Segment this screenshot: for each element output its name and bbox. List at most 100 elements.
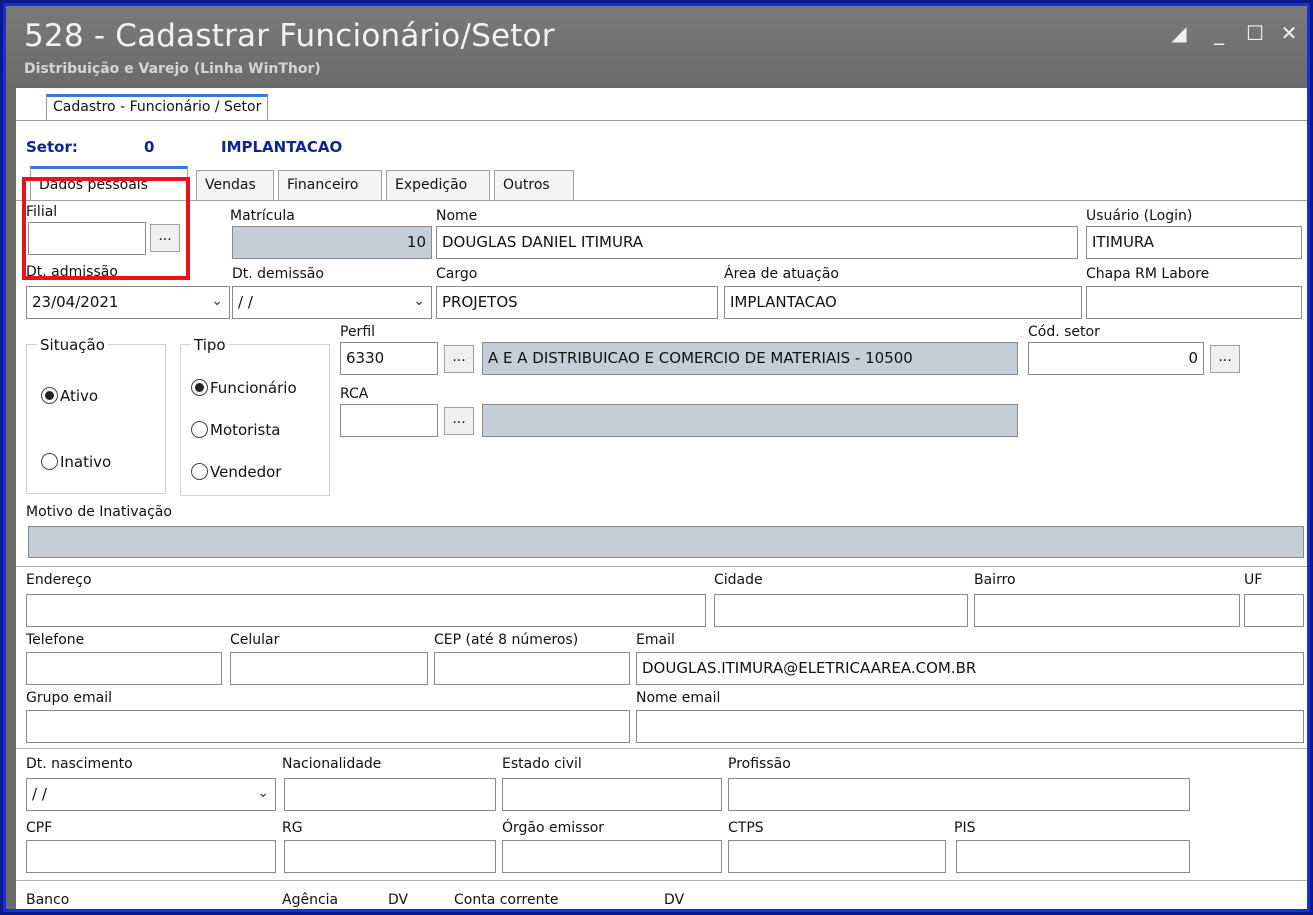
radio-inativo[interactable]: Inativo (41, 453, 111, 471)
rca-code-input[interactable] (340, 404, 438, 437)
window-subtitle: Distribuição e Varejo (Linha WinThor) (24, 61, 321, 77)
pis-label: PIS (954, 820, 976, 836)
banco-input[interactable] (26, 910, 276, 912)
rca-desc-field (482, 404, 1018, 437)
grupo-email-input[interactable] (26, 710, 630, 743)
profissao-input[interactable] (728, 778, 1190, 811)
dt-nascimento-value: / / (32, 785, 47, 803)
dt-nascimento-input[interactable]: / / ⌄ (26, 778, 276, 811)
tipo-label: Tipo (191, 336, 229, 354)
estado-civil-input[interactable] (502, 778, 722, 811)
dv1-label: DV (388, 892, 409, 908)
chevron-down-icon[interactable]: ⌄ (211, 293, 223, 309)
email-label: Email (636, 632, 675, 648)
tab-cadastro[interactable]: Cadastro - Funcionário / Setor (46, 94, 269, 120)
perfil-desc-field: A E A DISTRIBUICAO E COMERCIO DE MATERIA… (482, 342, 1018, 375)
divider (16, 748, 1307, 749)
cep-label: CEP (até 8 números) (434, 632, 579, 648)
motivo-inativacao-field[interactable] (28, 526, 1304, 558)
cpf-label: CPF (26, 820, 53, 836)
pis-input[interactable] (956, 840, 1190, 873)
dt-demissao-value: / / (238, 293, 253, 311)
cod-setor-input[interactable]: 0 (1028, 342, 1204, 375)
radio-motorista-label: Motorista (210, 421, 281, 439)
usuario-input[interactable]: ITIMURA (1086, 226, 1302, 259)
highlight-box (22, 177, 190, 280)
chevron-down-icon[interactable]: ⌄ (257, 785, 269, 801)
orgao-emissor-input[interactable] (502, 840, 722, 873)
area-input[interactable]: IMPLANTACAO (724, 286, 1082, 319)
endereco-input[interactable] (26, 594, 706, 627)
celular-input[interactable] (230, 652, 428, 685)
banco-label: Banco (26, 892, 70, 908)
tab-financeiro[interactable]: Financeiro (278, 170, 382, 200)
form-content: Cadastro - Funcionário / Setor Setor: 0 … (16, 88, 1307, 912)
maximize-icon[interactable]: ☐ (1242, 20, 1268, 46)
bairro-input[interactable] (974, 594, 1240, 627)
divider (16, 566, 1307, 567)
estado-civil-label: Estado civil (502, 756, 582, 772)
cod-setor-search-button[interactable]: ... (1210, 345, 1240, 373)
matricula-label: Matrícula (230, 208, 295, 224)
tab-expedicao[interactable]: Expedição (386, 170, 490, 200)
restore-icon[interactable]: ◢ (1166, 20, 1192, 46)
uf-input[interactable] (1244, 594, 1304, 627)
situacao-group: Situação Ativo Inativo (26, 336, 166, 494)
radio-vendedor-label: Vendedor (210, 463, 282, 481)
cargo-label: Cargo (436, 266, 478, 282)
dv2-input[interactable] (664, 910, 720, 912)
nome-input[interactable]: DOUGLAS DANIEL ITIMURA (436, 226, 1078, 259)
perfil-code-input[interactable]: 6330 (340, 342, 438, 375)
dt-admissao-input[interactable]: 23/04/2021 ⌄ (26, 286, 230, 319)
email-input[interactable]: DOUGLAS.ITIMURA@ELETRICAAREA.COM.BR (636, 652, 1304, 685)
area-label: Área de atuação (724, 266, 839, 282)
radio-ativo-label: Ativo (60, 387, 99, 405)
rca-search-button[interactable]: ... (444, 407, 474, 435)
chevron-down-icon[interactable]: ⌄ (413, 293, 425, 309)
dv1-input[interactable] (386, 910, 442, 912)
conta-corrente-label: Conta corrente (454, 892, 559, 908)
tipo-group: Tipo Funcionário Motorista Vendedor (180, 336, 330, 496)
tab-vendas[interactable]: Vendas (196, 170, 274, 200)
telefone-input[interactable] (26, 652, 222, 685)
cpf-input[interactable] (26, 840, 276, 873)
dt-demissao-input[interactable]: / / ⌄ (232, 286, 432, 319)
perfil-search-button[interactable]: ... (444, 345, 474, 373)
agencia-input[interactable] (284, 910, 382, 912)
radio-unselected-icon (41, 453, 58, 470)
cargo-input[interactable]: PROJETOS (436, 286, 718, 319)
radio-selected-icon (191, 379, 208, 396)
nacionalidade-label: Nacionalidade (282, 756, 382, 772)
radio-unselected-icon (191, 463, 208, 480)
ctps-label: CTPS (728, 820, 764, 836)
close-icon[interactable]: ✕ (1276, 20, 1302, 46)
radio-funcionario-label: Funcionário (210, 379, 297, 397)
bairro-label: Bairro (974, 572, 1016, 588)
uf-label: UF (1244, 572, 1263, 588)
cep-input[interactable] (434, 652, 630, 685)
nacionalidade-input[interactable] (284, 778, 496, 811)
cod-setor-label: Cód. setor (1028, 324, 1100, 340)
radio-motorista[interactable]: Motorista (191, 421, 280, 439)
minimize-icon[interactable]: _ (1206, 20, 1232, 46)
grupo-email-label: Grupo email (26, 690, 112, 706)
radio-selected-icon (41, 387, 58, 404)
rg-input[interactable] (284, 840, 496, 873)
tab-outros[interactable]: Outros (494, 170, 574, 200)
usuario-label: Usuário (Login) (1086, 208, 1193, 224)
matricula-field[interactable]: 10 (232, 226, 432, 259)
celular-label: Celular (230, 632, 280, 648)
setor-code: 0 (144, 138, 155, 156)
chapa-input[interactable] (1086, 286, 1302, 319)
divider (16, 880, 1307, 881)
agencia-label: Agência (282, 892, 339, 908)
radio-ativo[interactable]: Ativo (41, 387, 98, 405)
ctps-input[interactable] (728, 840, 946, 873)
radio-vendedor[interactable]: Vendedor (191, 463, 281, 481)
conta-corrente-input[interactable] (452, 910, 656, 912)
motivo-inativacao-label: Motivo de Inativação (26, 504, 172, 520)
cidade-input[interactable] (714, 594, 968, 627)
divider (16, 120, 1307, 121)
radio-funcionario[interactable]: Funcionário (191, 379, 297, 397)
nome-email-input[interactable] (636, 710, 1304, 743)
